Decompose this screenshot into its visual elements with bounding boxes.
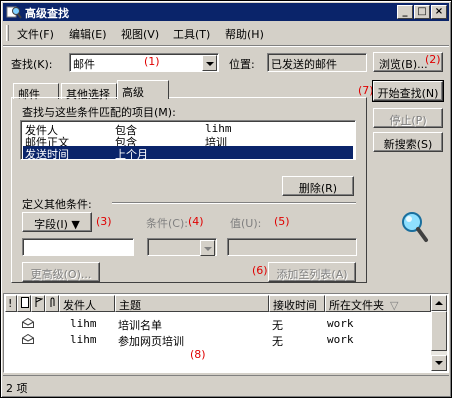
criteria-row-selected[interactable]: 发送时间 上个月 [23,146,353,161]
define-more-label: 定义其他条件: [22,198,92,211]
column-header-from[interactable]: 发件人 [59,295,115,312]
column-header-received[interactable]: 接收时间 [269,295,325,312]
column-header-folder[interactable]: 所在文件夹 ▽ [325,295,431,312]
row-subject: 参加网页培训 [118,335,184,348]
app-search-icon [6,6,22,19]
annotation-3: (3) [96,215,112,228]
menu-bar: 文件(F) 编辑(E) 视图(V) 工具(T) 帮助(H) [3,23,449,43]
status-bar: 2 项 [3,375,449,395]
window-title: 高级查找 [25,7,69,20]
row-from: lihm [70,317,97,330]
flag-icon [35,297,44,307]
criteria-list[interactable]: 发件人 包含 lihm 邮件正文 包含 培训 发送时间 上个月 [20,120,356,161]
condition-dropdown [147,238,217,256]
location-field: 已发送的邮件 [267,53,367,72]
menu-edit[interactable]: 编辑(E) [69,26,107,42]
envelope-opened-icon [22,334,34,344]
sort-down-icon: ▽ [390,299,399,312]
maximize-button[interactable]: □ [414,5,430,19]
advanced-find-window: 高级查找 _ □ × 文件(F) 编辑(E) 视图(V) 工具(T) 帮助(H)… [0,0,452,398]
field-button[interactable]: 字段(I) ▼ [22,212,92,232]
menu-file[interactable]: 文件(F) [17,26,54,42]
criteria-label: 查找与这些条件匹配的项目(M): [22,106,176,119]
annotation-5: (5) [274,215,290,228]
title-bar[interactable]: 高级查找 _ □ × [3,3,449,21]
row-from: lihm [70,333,97,346]
annotation-2: (2) [425,53,441,66]
value-input [227,238,357,256]
column-header-attachment[interactable] [45,295,59,312]
find-now-button[interactable]: 开始查找(N) [372,80,444,102]
paperclip-icon [50,297,55,307]
scroll-thumb[interactable] [431,311,447,351]
new-search-button[interactable]: 新搜索(S) [373,132,443,152]
tab-advanced[interactable]: 高级 [117,80,169,99]
location-value: 已发送的邮件 [271,58,337,71]
vertical-scrollbar[interactable] [431,295,447,371]
annotation-1: (1) [144,55,160,68]
status-count: 2 项 [6,382,28,395]
chevron-down-icon[interactable] [202,55,217,71]
annotation-6: (6) [252,264,268,277]
row-folder: work [327,317,354,330]
column-header-importance[interactable]: ! [5,295,17,312]
row-received: 无 [272,335,283,348]
annotation-4: (4) [188,215,204,228]
location-label: 位置: [229,58,255,71]
define-divider [112,202,356,204]
envelope-opened-icon [22,318,34,328]
table-row[interactable]: lihm 培训名单 无 work [4,315,431,332]
find-value: 邮件 [73,58,95,71]
column-header-type[interactable] [17,295,31,312]
add-to-list-button: 添加至列表(A) [268,262,356,282]
results-list[interactable]: ! 发件人 主题 接收时间 所在文件夹 ▽ lihm 培训名单 无 work li… [3,293,449,373]
value-label: 值(U): [230,217,262,230]
advanced-panel: 查找与这些条件匹配的项目(M): 发件人 包含 lihm 邮件正文 包含 培训 … [11,97,367,283]
menu-view[interactable]: 视图(V) [121,26,159,42]
page-icon [21,297,29,308]
scroll-down-icon[interactable] [431,355,447,371]
annotation-7: (7) [358,84,374,97]
menu-divider [3,45,449,47]
annotation-8: (8) [190,348,206,361]
table-row[interactable]: lihm 参加网页培训 无 work [4,331,431,348]
minimize-button[interactable]: _ [397,5,413,19]
row-folder: work [327,333,354,346]
menu-grip [6,25,9,41]
close-button[interactable]: × [431,5,447,19]
more-advanced-button: 更高级(O)... [22,262,100,282]
magnifier-icon [402,212,428,242]
chevron-down-icon [200,240,215,256]
column-header-subject[interactable]: 主题 [115,295,269,312]
menu-help[interactable]: 帮助(H) [225,26,264,42]
condition-label: 条件(C): [146,217,188,230]
find-label: 查找(K): [11,58,53,71]
column-header-flag[interactable] [31,295,45,312]
remove-button[interactable]: 删除(R) [282,176,354,196]
scroll-up-icon[interactable] [431,295,447,311]
menu-tools[interactable]: 工具(T) [173,26,210,42]
stop-button: 停止(P) [373,108,443,128]
field-input[interactable] [22,238,134,256]
